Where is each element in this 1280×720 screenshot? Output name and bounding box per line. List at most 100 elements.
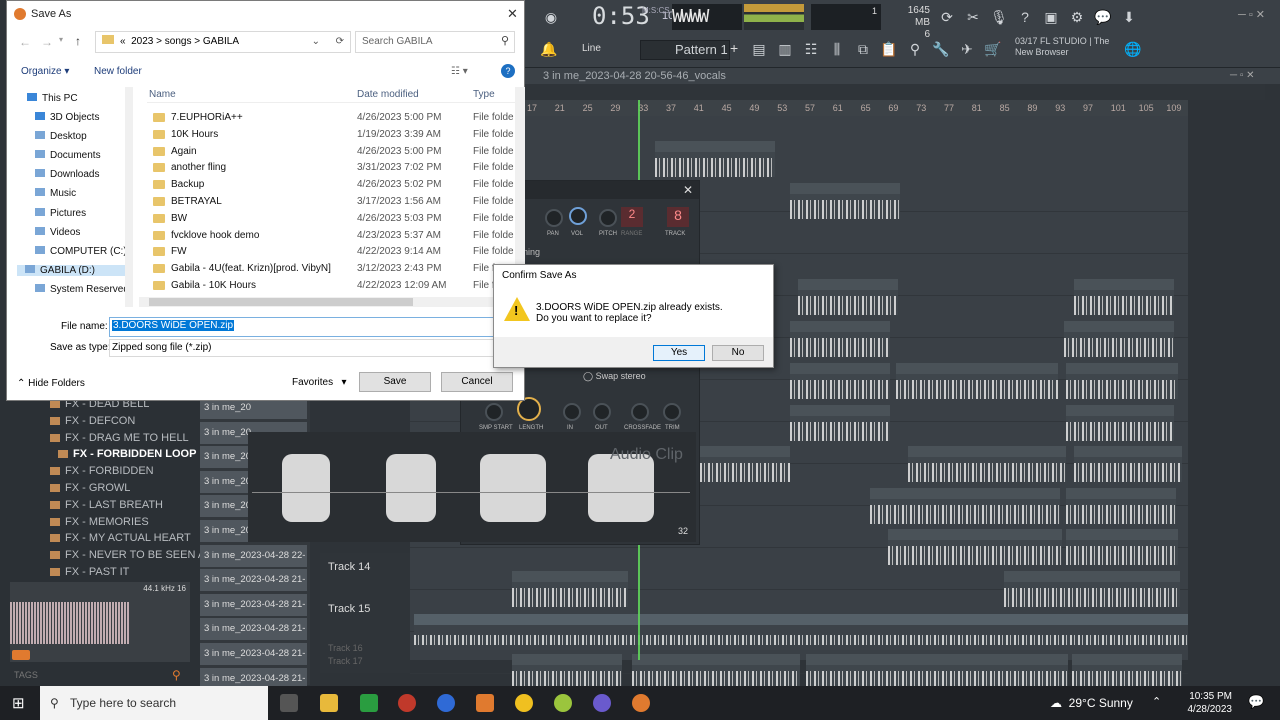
- chevron-down-icon[interactable]: ⌄: [312, 32, 320, 52]
- audio-clip[interactable]: 3 in me_2023-...0-32_vocals: [512, 571, 628, 607]
- new-folder-button[interactable]: New folder: [94, 66, 142, 77]
- audio-clip[interactable]: 3 in me_202...-16_vocals: [1072, 654, 1182, 690]
- app-icon-yellow[interactable]: [515, 694, 533, 712]
- range-value[interactable]: 2: [621, 207, 643, 227]
- crossfade-knob[interactable]: [631, 403, 649, 421]
- out-knob[interactable]: [593, 403, 611, 421]
- app-icon-green[interactable]: [360, 694, 378, 712]
- breadcrumb-songs[interactable]: songs: [165, 36, 192, 47]
- in-knob[interactable]: [563, 403, 581, 421]
- breadcrumb-2023[interactable]: 2023: [131, 36, 153, 47]
- column-date-modified[interactable]: Date modified: [357, 89, 419, 100]
- audio-clip[interactable]: 3 in me_2023-...8-11_vocals: [1066, 488, 1176, 524]
- nav-item[interactable]: COMPUTER (C:): [35, 246, 127, 257]
- audio-clip[interactable]: 3 in me_202...-16_vocals: [512, 654, 622, 690]
- cut-icon[interactable]: ✂: [962, 6, 984, 28]
- add-pattern-button[interactable]: +: [730, 40, 738, 56]
- column-type[interactable]: Type: [473, 89, 495, 100]
- horizontal-scrollbar[interactable]: [139, 297, 519, 307]
- file-row[interactable]: 7.EUPHORiA++ 4/26/2023 5:00 PM File folde: [147, 109, 517, 126]
- file-name-input[interactable]: 3.DOORS WiDE OPEN.zip: [109, 317, 518, 337]
- pattern-selector[interactable]: Pattern 1: [640, 40, 730, 60]
- metronome-icon[interactable]: 🔔: [538, 38, 560, 60]
- tools-icon[interactable]: 🔧: [930, 38, 952, 60]
- task-view-icon[interactable]: [280, 694, 298, 712]
- swap-stereo-toggle[interactable]: ◯ Swap stereo: [583, 371, 646, 382]
- snap-selector[interactable]: Line: [582, 40, 636, 58]
- download-icon[interactable]: ⬇: [1118, 6, 1140, 28]
- preview-play-icon[interactable]: [12, 650, 30, 660]
- vol-knob[interactable]: [569, 207, 587, 225]
- forward-icon[interactable]: →: [41, 35, 53, 49]
- audio-clip[interactable]: 3 in me_2023...-16_vocals: [790, 321, 890, 357]
- taskbar-search[interactable]: ⚲ Type here to search: [40, 686, 268, 720]
- chevron-down-icon[interactable]: ▾: [59, 35, 63, 44]
- consolidated-clip[interactable]: Track 15 (consolidated): [414, 614, 1188, 650]
- browser-item[interactable]: FX - FORBIDDEN LOOP: [58, 448, 196, 460]
- nav-item[interactable]: Music: [35, 188, 76, 199]
- system-clock[interactable]: 10:35 PM 4/28/2023: [1178, 690, 1233, 716]
- app-icon-red[interactable]: [398, 694, 416, 712]
- channel-button[interactable]: 3 in me_2023-04-28 21-: [200, 593, 307, 616]
- notification-icon[interactable]: 💬: [1248, 694, 1264, 710]
- audio-clip[interactable]: 3 in me_2023...5-34_vocals: [1066, 363, 1178, 399]
- search-icon[interactable]: ⚲: [172, 668, 181, 682]
- loop-icon[interactable]: ⟳: [936, 6, 958, 28]
- file-row[interactable]: 10K Hours 1/19/2023 3:39 AM File folde: [147, 126, 517, 143]
- audio-clip[interactable]: 3 in me_202...-58_vocals: [1074, 279, 1174, 315]
- microphone-icon[interactable]: 🎙: [988, 6, 1010, 28]
- audio-clip[interactable]: 3 in me_2023...-17_vocals: [1074, 446, 1182, 482]
- tray-chevron-icon[interactable]: ⌃: [1152, 695, 1161, 708]
- nav-scrollbar[interactable]: [125, 87, 133, 307]
- audio-clip[interactable]: 3 in me_2023...1-18_vocals: [655, 141, 775, 177]
- audio-clip[interactable]: 3 in me_2023-04-28 21-22-56_vocals: [632, 654, 800, 690]
- chat-icon[interactable]: 💬: [1092, 6, 1114, 28]
- app-icon-blue[interactable]: [437, 694, 455, 712]
- browser-item[interactable]: FX - LAST BREATH: [50, 499, 163, 511]
- audio-clip[interactable]: 3 in me_2023-04-28 22-01-52_vocals: [908, 446, 1066, 482]
- app-icon-orange[interactable]: [476, 694, 494, 712]
- help-icon[interactable]: ?: [501, 64, 515, 78]
- file-row[interactable]: fvcklove hook demo 4/23/2023 5:37 AM File …: [147, 227, 517, 244]
- audio-clip[interactable]: 3 in me_202...-46_vocals: [790, 405, 890, 441]
- save-type-select[interactable]: Zipped song file (*.zip): [109, 339, 518, 357]
- file-row[interactable]: Gabila - 10K Hours 4/22/2023 12:09 AM File…: [147, 277, 517, 294]
- mixer-view-icon[interactable]: ⫼: [826, 38, 848, 60]
- playlist-icon[interactable]: ▤: [748, 38, 770, 60]
- playlist-window-controls[interactable]: ─ ▫ ✕: [1230, 70, 1255, 81]
- browser-item[interactable]: FX - MEMORIES: [50, 516, 149, 528]
- file-row[interactable]: Again 4/26/2023 5:00 PM File folde: [147, 143, 517, 160]
- pitch-knob[interactable]: [599, 209, 617, 227]
- up-icon[interactable]: ↑: [75, 34, 81, 48]
- cancel-button[interactable]: Cancel: [441, 372, 513, 392]
- close-icon[interactable]: ✕: [683, 183, 693, 197]
- audio-clip[interactable]: 3 in me_2023-04-28 22-00-52_vocals: [870, 488, 1060, 524]
- sample-start-knob[interactable]: [485, 403, 503, 421]
- refresh-icon[interactable]: ⟳: [336, 32, 344, 52]
- favorites-dropdown[interactable]: Favorites ▾: [292, 377, 346, 388]
- no-button[interactable]: No: [712, 345, 764, 361]
- nav-item[interactable]: Pictures: [35, 208, 86, 219]
- nav-item[interactable]: Downloads: [35, 169, 99, 180]
- zoom-value[interactable]: 32: [678, 526, 688, 536]
- audio-clip[interactable]: 3 in me_2023...1-18_vocals: [790, 183, 900, 219]
- browser-icon[interactable]: ⧉: [852, 38, 874, 60]
- window-controls[interactable]: ─ ▫ ✕: [1238, 8, 1265, 21]
- channel-button[interactable]: 3 in me_2023-04-28 21-: [200, 618, 307, 641]
- nav-item[interactable]: This PC: [27, 93, 78, 104]
- plugin-picker-icon[interactable]: ✈: [956, 38, 978, 60]
- mixer-icon[interactable]: ⚙: [1066, 6, 1088, 28]
- search-input[interactable]: Search GABILA: [355, 31, 515, 53]
- file-row[interactable]: FW 4/22/2023 9:14 AM File folde: [147, 243, 517, 260]
- save-button[interactable]: Save: [359, 372, 431, 392]
- mixer-track-value[interactable]: 8: [667, 207, 689, 227]
- browser-item[interactable]: FX - DEFCON: [50, 415, 135, 427]
- nav-item[interactable]: System Reserved: [35, 284, 129, 295]
- file-row[interactable]: another fling 3/31/2023 7:02 PM File folde: [147, 159, 517, 176]
- audio-clip[interactable]: 3 in me_202...-25_vocals: [1066, 529, 1178, 565]
- clipboard-icon[interactable]: 📋: [878, 38, 900, 60]
- breadcrumb-gabila[interactable]: GABILA: [203, 36, 239, 47]
- breadcrumb-root[interactable]: «: [120, 36, 126, 47]
- channel-rack-icon[interactable]: ☷: [800, 38, 822, 60]
- organize-button[interactable]: Organize ▾: [21, 66, 69, 77]
